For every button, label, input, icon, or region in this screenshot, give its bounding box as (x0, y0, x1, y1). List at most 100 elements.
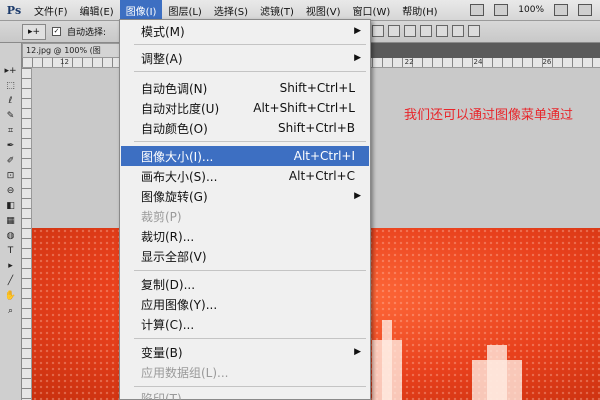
pagoda-silhouette (487, 345, 507, 400)
gradient-tool-icon[interactable]: ◧ (4, 200, 18, 212)
quick-select-tool-icon[interactable]: ✎ (4, 110, 18, 122)
menu-item-label: 图像大小(I)... (141, 149, 214, 164)
submenu-arrow-icon: ▶ (354, 347, 361, 357)
menu-item-shortcut: Shift+Ctrl+L (279, 81, 355, 95)
arrange-icon[interactable] (554, 4, 568, 16)
menu-item-label: 自动对比度(U) (141, 101, 220, 116)
menu-item-canvas-size[interactable]: 画布大小(S)... Alt+Ctrl+C (121, 166, 369, 186)
line-tool-icon[interactable]: ╱ (4, 275, 18, 287)
menu-item-label: 复制(D)... (141, 277, 196, 292)
hand-tool-icon[interactable] (494, 4, 509, 16)
menu-help[interactable]: 帮助(H) (396, 0, 443, 21)
submenu-arrow-icon: ▶ (354, 191, 361, 201)
document-tab[interactable]: 12.jpg @ 100% (图 (22, 43, 122, 58)
auto-select-checkbox[interactable]: ✓ (52, 27, 61, 36)
menu-item-label: 自动色调(N) (141, 81, 208, 96)
screen-mode-icon[interactable] (578, 4, 592, 16)
menu-item-label: 画布大小(S)... (141, 169, 218, 184)
menu-item-shortcut: Alt+Ctrl+I (293, 149, 355, 163)
move-tool-icon[interactable]: ▸+ (4, 65, 18, 77)
menu-item-image-rotation[interactable]: 图像旋转(G) ▶ (121, 186, 369, 206)
menu-item-label: 陷印(T)... (141, 391, 194, 400)
align-top-icon[interactable] (372, 25, 384, 37)
menu-filter[interactable]: 滤镜(T) (254, 0, 300, 21)
menu-item-label: 显示全部(V) (141, 249, 207, 264)
path-select-tool-icon[interactable]: ▸ (4, 260, 18, 272)
menu-image[interactable]: 图像(I) (119, 0, 163, 21)
menu-separator (134, 270, 366, 271)
hand-tool-icon[interactable]: ✋ (4, 290, 18, 302)
submenu-arrow-icon: ▶ (354, 53, 361, 63)
menu-item-auto-tone[interactable]: 自动色调(N) Shift+Ctrl+L (121, 78, 369, 98)
menu-item-mode[interactable]: 模式(M) ▶ (121, 21, 369, 41)
menu-separator (134, 141, 366, 142)
menu-separator (134, 44, 366, 45)
menu-item-label: 自动颜色(O) (141, 121, 208, 136)
menu-item-label: 应用图像(Y)... (141, 297, 218, 312)
menu-item-image-size[interactable]: 图像大小(I)... Alt+Ctrl+I (121, 146, 369, 166)
align-icons (372, 25, 480, 37)
menu-bar: Ps 文件(F) 编辑(E) 图像(I) 图层(L) 选择(S) 滤镜(T) 视… (0, 0, 600, 21)
menu-file[interactable]: 文件(F) (28, 0, 74, 21)
marquee-tool-icon[interactable]: ⬚ (4, 80, 18, 92)
workspace-icon[interactable] (470, 4, 485, 16)
ruler-label: 26 (542, 58, 552, 66)
submenu-arrow-icon: ▶ (354, 26, 361, 36)
brush-tool-icon[interactable]: ✐ (4, 155, 18, 167)
eyedropper-tool-icon[interactable]: ✒ (4, 140, 18, 152)
menu-item-trap: 陷印(T)... (121, 388, 369, 400)
menu-item-adjustments[interactable]: 调整(A) ▶ (121, 48, 369, 68)
tool-preset-picker[interactable]: ▸+ (22, 23, 46, 40)
menu-item-apply-data-set: 应用数据组(L)... (121, 362, 369, 382)
menu-item-label: 变量(B) (141, 345, 183, 360)
align-center-icon[interactable] (436, 25, 448, 37)
menu-item-calculations[interactable]: 计算(C)... (121, 314, 369, 334)
menu-item-crop: 裁剪(P) (121, 206, 369, 226)
menu-item-auto-contrast[interactable]: 自动对比度(U) Alt+Shift+Ctrl+L (121, 98, 369, 118)
tools-panel: ▸+ ⬚ ℓ ✎ ⌗ ✒ ✐ ⊡ ⊖ ◧ ▦ ◍ T ▸ ╱ ✋ ⌕ (0, 43, 22, 400)
menu-item-auto-color[interactable]: 自动颜色(O) Shift+Ctrl+B (121, 118, 369, 138)
menu-item-duplicate[interactable]: 复制(D)... (121, 274, 369, 294)
menu-item-label: 模式(M) (141, 24, 185, 39)
photoshop-logo: Ps (6, 3, 22, 17)
pagoda-silhouette (382, 320, 392, 400)
menu-item-label: 调整(A) (141, 51, 183, 66)
menu-select[interactable]: 选择(S) (208, 0, 254, 21)
menu-item-variables[interactable]: 变量(B) ▶ (121, 342, 369, 362)
auto-select-label: 自动选择: (67, 28, 107, 38)
align-right-icon[interactable] (452, 25, 464, 37)
distribute-icon[interactable] (468, 25, 480, 37)
menu-view[interactable]: 视图(V) (300, 0, 347, 21)
menu-item-apply-image[interactable]: 应用图像(Y)... (121, 294, 369, 314)
blur-tool-icon[interactable]: ▦ (4, 215, 18, 227)
align-left-icon[interactable] (420, 25, 432, 37)
menu-separator (134, 338, 366, 339)
menu-separator (134, 71, 366, 72)
menu-item-label: 计算(C)... (141, 317, 195, 332)
stamp-tool-icon[interactable]: ⊡ (4, 170, 18, 182)
menu-item-shortcut: Shift+Ctrl+B (278, 121, 355, 135)
type-tool-icon[interactable]: T (4, 245, 18, 257)
ruler-label: 22 (404, 58, 414, 66)
menu-window[interactable]: 窗口(W) (347, 0, 397, 21)
zoom-level[interactable]: 100% (518, 5, 544, 15)
crop-tool-icon[interactable]: ⌗ (4, 125, 18, 137)
ruler-label: 12 (60, 58, 69, 66)
menu-item-trim[interactable]: 裁切(R)... (121, 226, 369, 246)
menu-item-reveal-all[interactable]: 显示全部(V) (121, 246, 369, 266)
ruler-label: 24 (473, 58, 483, 66)
menu-item-label: 应用数据组(L)... (141, 365, 229, 380)
ruler-vertical (22, 68, 32, 400)
align-middle-icon[interactable] (388, 25, 400, 37)
eraser-tool-icon[interactable]: ⊖ (4, 185, 18, 197)
menu-item-label: 图像旋转(G) (141, 189, 208, 204)
canvas-text-layer: 我们还可以通过图像菜单通过 (404, 108, 574, 123)
menu-layer[interactable]: 图层(L) (162, 0, 207, 21)
menu-edit[interactable]: 编辑(E) (74, 0, 120, 21)
lasso-tool-icon[interactable]: ℓ (4, 95, 18, 107)
dodge-tool-icon[interactable]: ◍ (4, 230, 18, 242)
menu-item-shortcut: Alt+Ctrl+C (288, 169, 355, 183)
image-menu-dropdown: 模式(M) ▶ 调整(A) ▶ 自动色调(N) Shift+Ctrl+L 自动对… (119, 19, 371, 400)
align-bottom-icon[interactable] (404, 25, 416, 37)
zoom-tool-icon[interactable]: ⌕ (4, 305, 18, 317)
